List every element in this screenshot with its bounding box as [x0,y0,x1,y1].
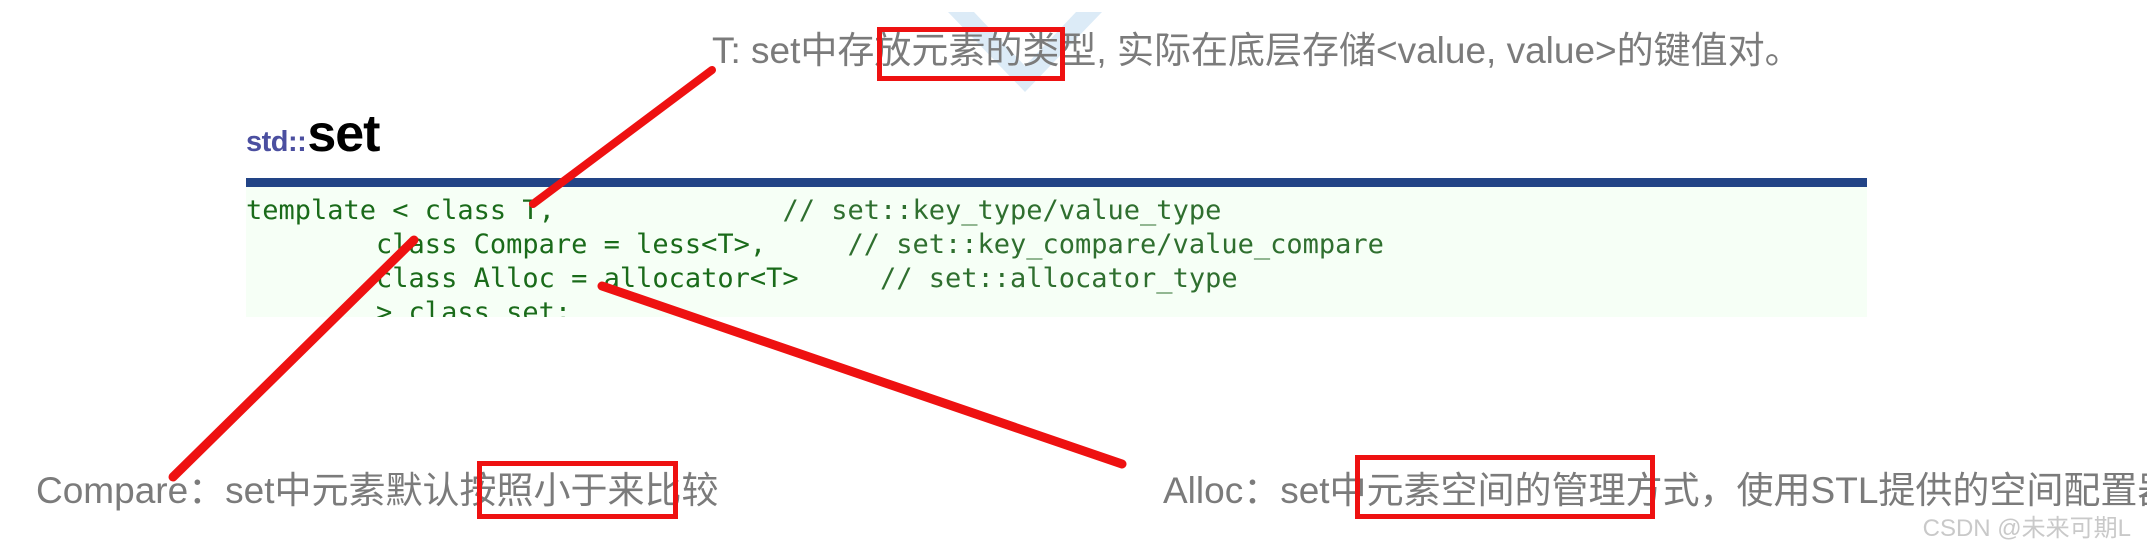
annotation-top-highlight: 元素的类型 [911,30,1097,71]
code-line-text: class Compare = less<T>, [246,229,767,260]
code-line-comment: // set::allocator_type [879,263,1238,294]
annotation-alloc-highlight: 元素空间的管理方式 [1366,470,1700,511]
annotation-type-parameter-T: T: set中存放元素的类型, 实际在底层存储<value, value>的键值… [712,26,1802,76]
annotation-alloc-after: ，使用STL提供的空间配置器管理 [1699,470,2147,511]
code-line-comment: // set::key_compare/value_compare [847,229,1384,260]
annotation-top-after: , 实际在底层存储<value, value>的键值对。 [1096,30,1802,71]
page-title-namespace: std:: [246,126,307,158]
annotation-compare-before: Compare：set中元素默认按照 [36,470,534,511]
code-line-comment: // set::key_type/value_type [782,195,1222,226]
title-underline-rule [246,178,1867,187]
annotation-type-parameter-compare: Compare：set中元素默认按照小于来比较 [36,466,719,516]
page-title: std:: set [246,104,380,168]
code-line: > class set; [246,296,1867,317]
code-line-text: template < class T, [246,195,555,226]
code-line-text: > class set; [246,297,572,317]
code-block: template < class T, // set::key_type/val… [246,187,1867,317]
code-line: class Compare = less<T>, // set::key_com… [246,228,1867,262]
code-line: template < class T, // set::key_type/val… [246,194,1867,228]
csdn-watermark: CSDN @未来可期L [1922,515,2131,542]
code-line-text: class Alloc = allocator<T> [246,263,799,294]
annotation-top-before: T: set中存放 [712,30,912,71]
annotation-compare-highlight: 小于来比较 [533,470,719,511]
annotation-alloc-before: Alloc：set中 [1163,470,1367,511]
page-title-name: set [307,105,380,163]
screenshot-canvas: std:: set template < class T, // set::ke… [0,0,2147,542]
code-line: class Alloc = allocator<T> // set::alloc… [246,262,1867,296]
